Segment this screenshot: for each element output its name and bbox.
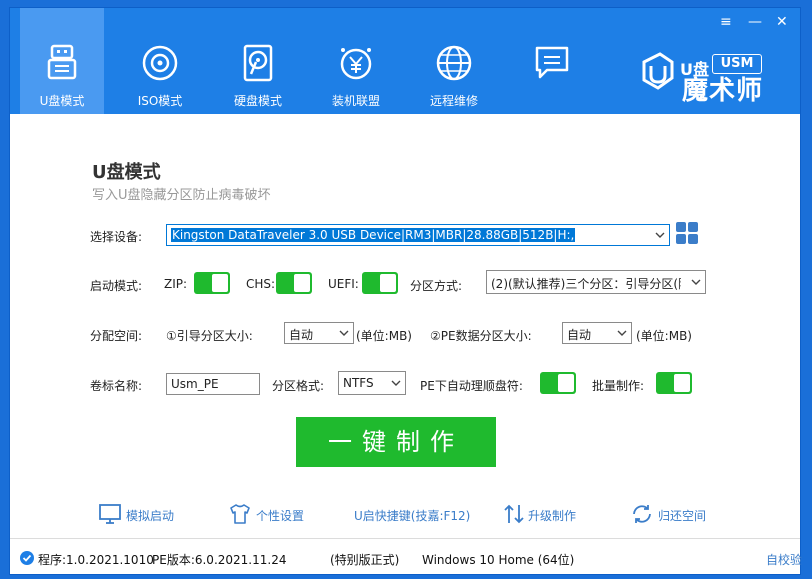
chevron-down-icon [691, 279, 701, 285]
pe-version: PE版本:6.0.2021.11.24 [152, 553, 287, 567]
auto-drive-label: PE下自动理顺盘符: [420, 379, 523, 393]
chevron-down-icon [391, 380, 401, 386]
format-select[interactable]: NTFS [338, 371, 406, 395]
page-subtitle: 写入U盘隐藏分区防止病毒破坏 [92, 188, 271, 203]
header-bar: ≡ — ✕ U盘模式 ISO模式 硬盘模式 装机联盟 远程维修 U盘 USM 魔… [10, 8, 800, 114]
tab-chat[interactable] [510, 8, 594, 114]
simulate-boot-label: 模拟启动 [126, 509, 175, 523]
shortcut-key-label: U启快捷键(技嘉:F12) [354, 509, 471, 523]
tab-label: 远程维修 [429, 94, 478, 108]
tab-label: 硬盘模式 [233, 94, 282, 108]
tshirt-icon [230, 504, 250, 524]
pe-size-label: ②PE数据分区大小: [430, 329, 532, 343]
batch-toggle[interactable] [656, 372, 692, 394]
pe-size-unit: (单位:MB) [636, 329, 692, 343]
pe-size-select[interactable]: 自动 [562, 322, 632, 344]
page-title: U盘模式 [92, 162, 161, 183]
hard-disk-icon [243, 44, 273, 82]
boot-size-select[interactable]: 自动 [284, 322, 354, 344]
device-value: Kingston DataTraveler 3.0 USB Device|RM3… [171, 228, 576, 242]
edition-text: (特别版正式) [330, 553, 400, 567]
personal-settings-label: 个性设置 [256, 509, 305, 523]
close-button[interactable]: ✕ [776, 14, 788, 30]
boot-size-unit: (单位:MB) [356, 329, 412, 343]
chs-label: CHS: [246, 277, 276, 291]
restore-space-label: 归还空间 [658, 509, 707, 523]
yen-coin-icon [340, 48, 372, 80]
volume-label: 卷标名称: [90, 379, 143, 393]
partition-mode-value: (2)(默认推荐)三个分区：引导分区(隐 [491, 277, 681, 291]
logo-mark-icon [642, 52, 674, 90]
status-bar: 程序:1.0.2021.1010 PE版本:6.0.2021.11.24 (特别… [10, 538, 802, 575]
volume-name-value: Usm_PE [171, 377, 219, 391]
device-list-icon[interactable] [676, 222, 700, 246]
partition-mode-label: 分区方式: [410, 279, 463, 293]
logo-title: 魔术师 [682, 76, 764, 106]
boot-size-label: ①引导分区大小: [166, 329, 253, 343]
tab-remote-repair[interactable]: 远程维修 [412, 8, 496, 114]
chat-icon [535, 46, 569, 79]
auto-drive-toggle[interactable] [540, 372, 576, 394]
alloc-label: 分配空间: [90, 329, 143, 343]
uefi-label: UEFI: [328, 277, 359, 291]
zip-label: ZIP: [164, 277, 188, 291]
app-window: ≡ — ✕ U盘模式 ISO模式 硬盘模式 装机联盟 远程维修 U盘 USM 魔… [10, 8, 802, 575]
tab-label: 装机联盟 [331, 94, 380, 108]
check-circle-icon [20, 551, 34, 565]
boot-mode-label: 启动模式: [90, 279, 143, 293]
chevron-down-icon [655, 232, 665, 238]
format-value: NTFS [343, 376, 374, 390]
uefi-toggle[interactable] [362, 272, 398, 294]
device-label: 选择设备: [90, 230, 143, 244]
program-version: 程序:1.0.2021.1010 [38, 553, 154, 567]
boot-size-value: 自动 [289, 328, 314, 342]
monitor-icon [99, 504, 121, 524]
upgrade-arrows-icon [504, 504, 524, 524]
minimize-button[interactable]: — [748, 14, 762, 30]
globe-icon [436, 45, 472, 81]
brand-logo: U盘 USM 魔术师 [638, 48, 798, 106]
usb-drive-icon [47, 44, 77, 80]
tab-label: ISO模式 [137, 94, 183, 108]
pe-size-value: 自动 [567, 328, 592, 342]
disc-icon [142, 45, 178, 81]
chevron-down-icon [339, 330, 349, 336]
tab-hard-disk-mode[interactable]: 硬盘模式 [216, 8, 300, 114]
device-select[interactable]: Kingston DataTraveler 3.0 USB Device|RM3… [166, 224, 670, 246]
tab-u-disk-mode[interactable]: U盘模式 [20, 8, 104, 114]
recycle-icon [633, 505, 651, 523]
make-button[interactable]: 一键制作 [296, 417, 496, 467]
chevron-down-icon [617, 330, 627, 336]
tab-install-alliance[interactable]: 装机联盟 [314, 8, 398, 114]
volume-name-input[interactable]: Usm_PE [166, 373, 260, 395]
upgrade-label: 升级制作 [528, 509, 577, 523]
os-text: Windows 10 Home (64位) [422, 553, 575, 567]
zip-toggle[interactable] [194, 272, 230, 294]
menu-icon[interactable]: ≡ [720, 14, 732, 30]
self-verify-link[interactable]: 自校验 [766, 551, 802, 568]
format-label: 分区格式: [272, 379, 325, 393]
partition-mode-select[interactable]: (2)(默认推荐)三个分区：引导分区(隐 [486, 270, 706, 294]
batch-label: 批量制作: [592, 379, 645, 393]
tab-iso-mode[interactable]: ISO模式 [118, 8, 202, 114]
chs-toggle[interactable] [276, 272, 312, 294]
tab-label: U盘模式 [39, 94, 85, 108]
